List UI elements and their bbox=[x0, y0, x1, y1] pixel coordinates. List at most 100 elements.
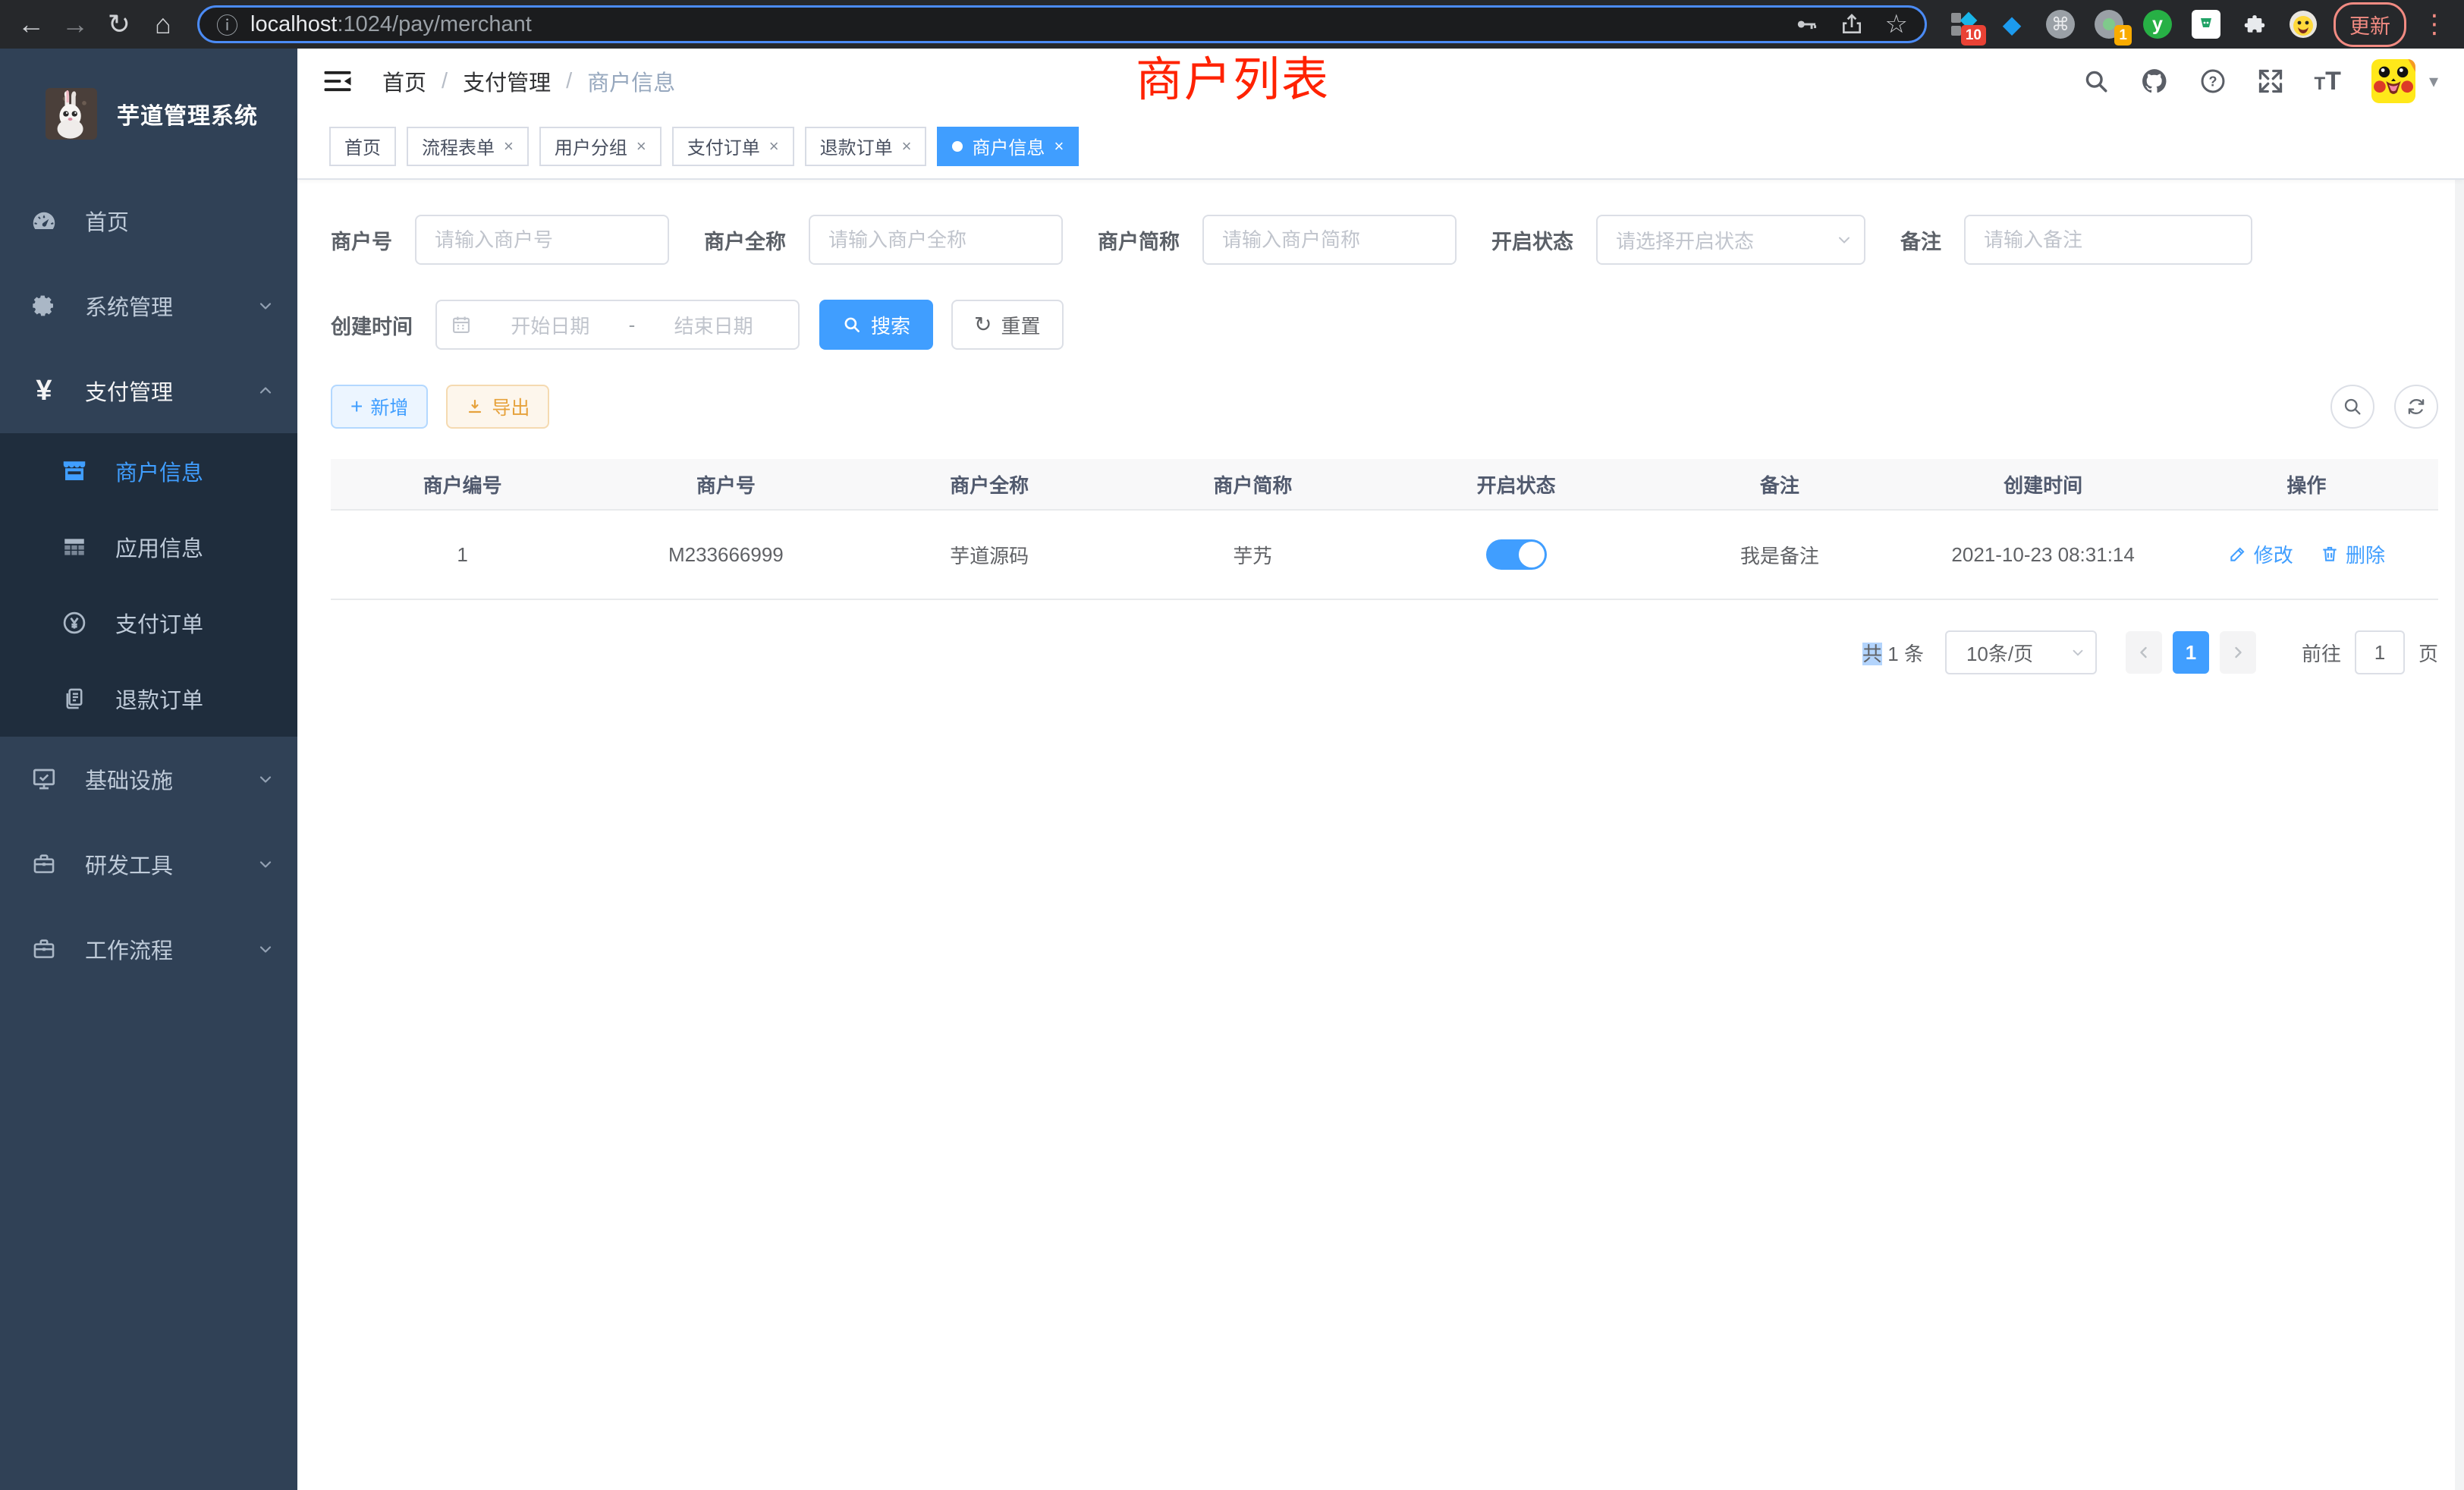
browser-forward-icon[interactable]: → bbox=[55, 4, 96, 45]
browser-toolbar: ← → ↻ ⌂ ⓘ localhost:1024/pay/merchant ☆ … bbox=[0, 0, 2464, 49]
sidebar-item-label: 首页 bbox=[85, 205, 129, 237]
filter-row-1: 商户号 商户全称 商户简称 开启状态 请选择开启状态 bbox=[331, 215, 2438, 265]
sidebar-item-merchant-info[interactable]: 商户信息 bbox=[0, 433, 297, 509]
sidebar-item-app-info[interactable]: 应用信息 bbox=[0, 509, 297, 585]
browser-menu-icon[interactable]: ⋮ bbox=[2415, 9, 2453, 39]
delete-link[interactable]: 删除 bbox=[2320, 540, 2385, 568]
export-button[interactable]: 导出 bbox=[446, 385, 549, 429]
sidebar-item-workflow[interactable]: 工作流程 bbox=[0, 907, 297, 992]
sidebar-item-pay-order[interactable]: 支付订单 bbox=[0, 585, 297, 661]
close-icon[interactable]: × bbox=[769, 137, 779, 156]
extension-command-icon[interactable]: ⌘ bbox=[2045, 9, 2076, 39]
extension-gem-icon[interactable]: ◆ bbox=[1997, 9, 2027, 39]
browser-back-icon[interactable]: ← bbox=[11, 4, 52, 45]
pagination: 共 1 条 10条/页 1 前往 页 bbox=[331, 630, 2438, 674]
close-icon[interactable]: × bbox=[902, 137, 912, 156]
main-area: 首页 / 支付管理 / 商户信息 ? TT bbox=[297, 49, 2464, 1490]
search-button[interactable]: 搜索 bbox=[819, 300, 933, 350]
user-avatar[interactable] bbox=[2371, 59, 2415, 103]
extension-grid-diamond-icon[interactable]: 10 bbox=[1948, 9, 1978, 39]
url-bar[interactable]: ⓘ localhost:1024/pay/merchant ☆ bbox=[197, 5, 1927, 43]
tab-process-form[interactable]: 流程表单× bbox=[407, 127, 529, 166]
add-button[interactable]: + 新增 bbox=[331, 385, 428, 429]
reset-button[interactable]: ↻ 重置 bbox=[951, 300, 1063, 350]
sidebar-item-label: 支付管理 bbox=[85, 375, 173, 407]
breadcrumb-separator: / bbox=[442, 69, 448, 94]
font-size-icon[interactable]: TT bbox=[2315, 67, 2341, 96]
breadcrumb-pay[interactable]: 支付管理 bbox=[463, 65, 551, 97]
sidebar-item-refund-order[interactable]: 退款订单 bbox=[0, 661, 297, 737]
extensions-row: 10 ◆ ⌘ 1 y bbox=[1941, 9, 2326, 39]
sidebar-item-label: 应用信息 bbox=[115, 531, 203, 563]
breadcrumb-current: 商户信息 bbox=[587, 65, 675, 97]
extension-chat-icon[interactable] bbox=[2191, 9, 2221, 39]
tab-user-group[interactable]: 用户分组× bbox=[539, 127, 662, 166]
goto-page-input[interactable] bbox=[2355, 630, 2405, 674]
status-toggle[interactable] bbox=[1486, 539, 1547, 570]
cell-create-time: 2021-10-23 08:31:14 bbox=[1912, 510, 2175, 599]
share-icon[interactable] bbox=[1840, 12, 1864, 36]
coin-yen-icon bbox=[58, 609, 91, 637]
merchant-no-input[interactable] bbox=[415, 215, 669, 265]
prev-page-button[interactable] bbox=[2126, 631, 2162, 674]
bookmark-star-icon[interactable]: ☆ bbox=[1885, 11, 1908, 37]
toggle-search-button[interactable] bbox=[2330, 385, 2374, 429]
header-search-icon[interactable] bbox=[2082, 68, 2110, 95]
sidebar-item-system[interactable]: 系统管理 bbox=[0, 263, 297, 348]
col-create-time: 创建时间 bbox=[1912, 459, 2175, 510]
browser-update-button[interactable]: 更新 bbox=[2334, 2, 2406, 47]
browser-refresh-icon[interactable]: ↻ bbox=[99, 4, 140, 45]
extension-y-icon[interactable]: y bbox=[2142, 9, 2173, 39]
help-icon[interactable]: ? bbox=[2199, 68, 2227, 95]
pagination-total: 共 1 条 bbox=[1862, 639, 1924, 667]
refresh-table-button[interactable] bbox=[2394, 385, 2438, 429]
full-name-input[interactable] bbox=[809, 215, 1063, 265]
site-info-icon[interactable]: ⓘ bbox=[216, 8, 238, 40]
chevron-down-icon bbox=[256, 855, 275, 873]
next-page-button[interactable] bbox=[2220, 631, 2256, 674]
sidebar-item-infra[interactable]: 基础设施 bbox=[0, 737, 297, 822]
tab-home[interactable]: 首页 bbox=[329, 127, 396, 166]
tab-merchant-info[interactable]: 商户信息× bbox=[937, 127, 1079, 166]
extensions-puzzle-icon[interactable] bbox=[2239, 9, 2270, 39]
status-select[interactable]: 请选择开启状态 bbox=[1596, 215, 1865, 265]
briefcase-icon bbox=[27, 851, 61, 877]
remark-label: 备注 bbox=[1900, 225, 1941, 255]
tab-refund-order[interactable]: 退款订单× bbox=[805, 127, 927, 166]
url-text[interactable]: localhost:1024/pay/merchant bbox=[250, 12, 1782, 37]
page-scrollbar[interactable] bbox=[2455, 49, 2464, 1490]
close-icon[interactable]: × bbox=[504, 137, 514, 156]
breadcrumb-home[interactable]: 首页 bbox=[382, 65, 426, 97]
edit-link[interactable]: 修改 bbox=[2228, 540, 2293, 568]
sidebar-item-home[interactable]: 首页 bbox=[0, 178, 297, 263]
app-logo[interactable]: 芋道管理系统 bbox=[0, 49, 297, 178]
sidebar-item-dev-tools[interactable]: 研发工具 bbox=[0, 822, 297, 907]
short-name-input[interactable] bbox=[1202, 215, 1457, 265]
sidebar-item-pay[interactable]: ¥ 支付管理 bbox=[0, 348, 297, 433]
sidebar-item-label: 支付订单 bbox=[115, 607, 203, 639]
chevron-down-icon bbox=[256, 770, 275, 788]
calendar-icon bbox=[451, 314, 472, 335]
remark-input[interactable] bbox=[1964, 215, 2252, 265]
col-merchant-no: 商户号 bbox=[594, 459, 857, 510]
close-icon[interactable]: × bbox=[1054, 137, 1064, 156]
page-1-button[interactable]: 1 bbox=[2173, 631, 2209, 674]
page-size-select[interactable]: 10条/页 bbox=[1945, 630, 2097, 674]
extension-badge: 1 bbox=[2114, 25, 2132, 46]
browser-home-icon[interactable]: ⌂ bbox=[143, 4, 184, 45]
avatar-caret-icon[interactable]: ▾ bbox=[2429, 71, 2438, 93]
merchant-no-label: 商户号 bbox=[331, 225, 392, 255]
browser-profile-avatar[interactable] bbox=[2288, 9, 2318, 39]
sidebar-toggle-icon[interactable] bbox=[323, 69, 352, 93]
tab-pay-order[interactable]: 支付订单× bbox=[672, 127, 794, 166]
fullscreen-icon[interactable] bbox=[2257, 68, 2284, 95]
extension-profile-dot-icon[interactable]: 1 bbox=[2094, 9, 2124, 39]
refresh-icon: ↻ bbox=[974, 314, 992, 335]
download-icon bbox=[466, 398, 484, 416]
close-icon[interactable]: × bbox=[636, 137, 646, 156]
create-time-range-picker[interactable]: 开始日期 - 结束日期 bbox=[435, 300, 800, 350]
github-icon[interactable] bbox=[2140, 67, 2169, 96]
tags-view: 首页 流程表单× 用户分组× 支付订单× 退款订单× 商户信息× bbox=[297, 114, 2464, 180]
password-key-icon[interactable] bbox=[1794, 12, 1818, 36]
table-grid-icon bbox=[58, 534, 91, 560]
